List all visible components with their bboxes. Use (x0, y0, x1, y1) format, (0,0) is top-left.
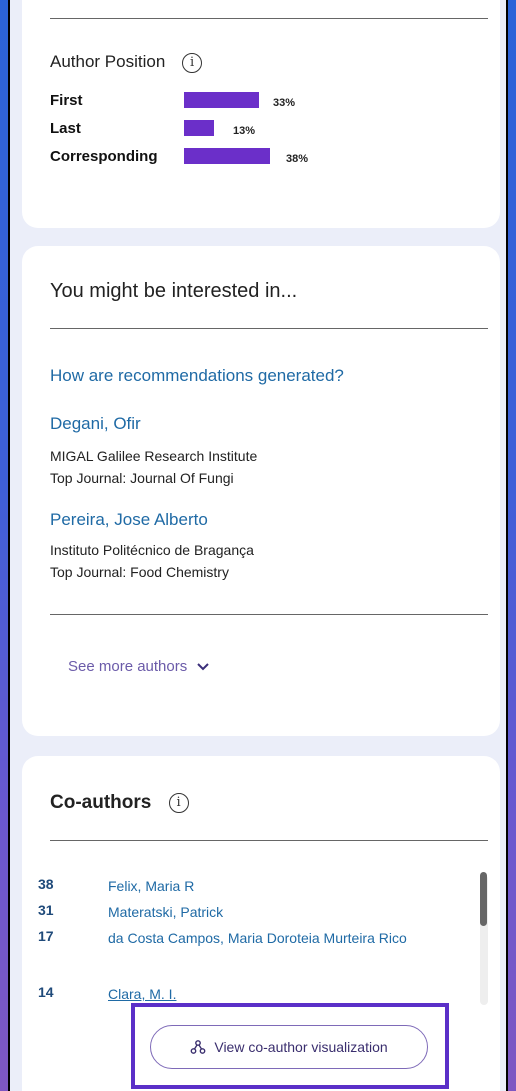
coauthor-count: 17 (38, 928, 54, 944)
how-recommendations-link[interactable]: How are recommendations generated? (50, 366, 344, 386)
coauthors-title: Co-authors (50, 792, 152, 813)
position-bar-corresponding (184, 148, 270, 164)
divider (50, 18, 488, 19)
position-bar-last (184, 120, 214, 136)
divider (50, 328, 488, 329)
see-more-authors-button[interactable]: See more authors (68, 658, 210, 675)
position-label-last: Last (50, 120, 81, 137)
recommendations-card: You might be interested in... How are re… (22, 246, 500, 736)
recommendations-heading: You might be interested in... (50, 280, 298, 302)
coauthor-scrollbar-thumb[interactable] (480, 872, 487, 926)
recommended-author-journal: Top Journal: Food Chemistry (50, 564, 229, 580)
coauthor-count: 14 (38, 984, 54, 1000)
coauthor-name[interactable]: Materatski, Patrick (108, 902, 448, 922)
recommended-author-name[interactable]: Pereira, Jose Alberto (50, 510, 208, 530)
position-pct-first: 33% (273, 97, 296, 109)
coauthors-heading: Co-authors i (50, 792, 189, 814)
recommended-author-institution: MIGAL Galilee Research Institute (50, 448, 258, 464)
info-icon[interactable]: i (168, 792, 189, 813)
author-position-title: Author Position (50, 52, 166, 71)
see-more-label: See more authors (68, 658, 188, 675)
coauthor-name[interactable]: Felix, Maria R (108, 876, 448, 896)
position-bar-first (184, 92, 259, 108)
position-label-corresponding: Corresponding (50, 148, 158, 165)
position-pct-last: 13% (233, 125, 256, 137)
recommended-author-name[interactable]: Degani, Ofir (50, 414, 141, 434)
coauthor-name[interactable]: Clara, M. I. (108, 984, 448, 1004)
coauthor-name[interactable]: da Costa Campos, Maria Doroteia Murteira… (108, 928, 448, 948)
divider (50, 614, 488, 615)
author-position-card: Author Position i First 33% Last 13% Cor… (22, 0, 500, 228)
divider (50, 840, 488, 841)
focus-highlight-box (131, 1003, 449, 1089)
position-label-first: First (50, 92, 83, 109)
info-icon[interactable]: i (182, 52, 203, 73)
recommended-author-journal: Top Journal: Journal Of Fungi (50, 470, 234, 486)
page-frame: Author Position i First 33% Last 13% Cor… (8, 0, 508, 1091)
coauthor-count: 31 (38, 902, 54, 918)
recommended-author-institution: Instituto Politécnico de Bragança (50, 542, 254, 558)
coauthor-count: 38 (38, 876, 54, 892)
position-pct-corresponding: 38% (286, 153, 309, 165)
author-position-heading: Author Position i (50, 52, 203, 73)
chevron-down-icon (197, 663, 210, 671)
